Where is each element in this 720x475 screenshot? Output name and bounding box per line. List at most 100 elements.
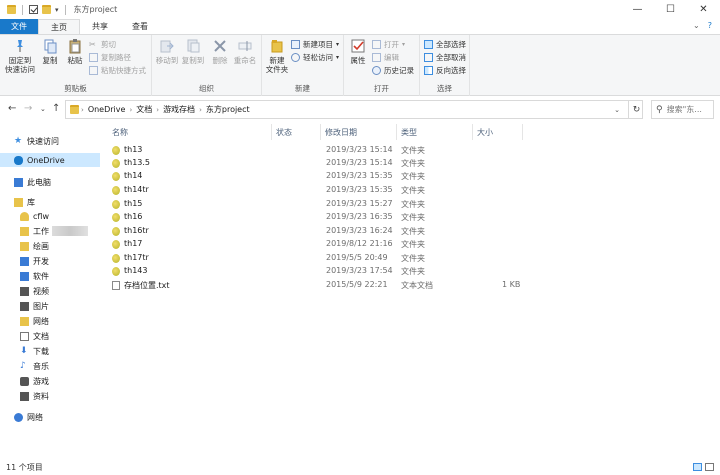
column-header-size[interactable]: 大小: [477, 126, 493, 138]
folder-icon: [112, 213, 120, 222]
sidebar-item-cflw[interactable]: cflw: [20, 209, 49, 223]
select-all-button[interactable]: 全部选择: [424, 39, 466, 50]
forward-arrow-icon[interactable]: →: [24, 103, 32, 114]
tab-view[interactable]: 查看: [120, 19, 160, 34]
pin-quick-access-button[interactable]: 固定到 快速访问: [4, 38, 36, 74]
file-name: th14tr: [124, 185, 149, 194]
edit-button[interactable]: 编辑: [372, 52, 399, 63]
sidebar-item-label: 网络: [33, 316, 49, 326]
sidebar-item-network[interactable]: 网络: [14, 410, 43, 424]
column-header-modified[interactable]: 修改日期: [325, 126, 357, 138]
large-icons-view-icon[interactable]: [705, 463, 714, 471]
column-divider[interactable]: [271, 124, 272, 140]
view-switcher: [693, 463, 714, 471]
address-bar[interactable]: › OneDrive › 文档 › 游戏存档 › 东方project ⌄: [65, 100, 643, 119]
refresh-icon[interactable]: ↻: [628, 101, 644, 118]
copy-path-button[interactable]: 复制路径: [89, 52, 131, 63]
column-divider[interactable]: [472, 124, 473, 140]
sidebar-item-onedrive[interactable]: OneDrive: [0, 153, 100, 167]
breadcrumb-current[interactable]: 东方project: [204, 104, 252, 115]
sidebar-item-pictures[interactable]: 图片: [20, 299, 49, 313]
select-none-button[interactable]: 全部取消: [424, 52, 466, 63]
table-row[interactable]: th15 2019/3/23 15:27 文件夹: [108, 198, 528, 211]
edit-label: 编辑: [384, 53, 399, 62]
tab-file[interactable]: 文件: [0, 19, 38, 34]
move-to-icon: [160, 40, 174, 53]
sidebar-item-games[interactable]: 游戏: [20, 374, 49, 388]
open-button[interactable]: 打开 ▾: [372, 39, 405, 50]
table-row[interactable]: 存档位置.txt 2015/5/9 22:21 文本文档 1 KB: [108, 279, 528, 292]
file-type: 文件夹: [401, 254, 425, 263]
up-arrow-icon[interactable]: ↑: [52, 103, 60, 114]
table-row[interactable]: th16tr 2019/3/23 16:24 文件夹: [108, 225, 528, 238]
paste-shortcut-button[interactable]: 粘贴快捷方式: [89, 65, 146, 76]
history-button[interactable]: 历史记录: [372, 65, 414, 76]
easy-access-button[interactable]: 轻松访问 ▾: [291, 52, 339, 63]
history-label: 历史记录: [384, 66, 414, 75]
table-row[interactable]: th16 2019/3/23 16:35 文件夹: [108, 211, 528, 224]
sidebar-item-label: 资料: [33, 391, 49, 401]
rename-button[interactable]: 重命名: [232, 38, 258, 65]
table-row[interactable]: th17 2019/8/12 21:16 文件夹: [108, 238, 528, 251]
column-divider[interactable]: [396, 124, 397, 140]
sidebar-item-work[interactable]: 工作: [20, 224, 88, 238]
recent-locations-chevron-icon[interactable]: ⌄: [40, 105, 46, 113]
sidebar-item-development[interactable]: 开发: [20, 254, 49, 268]
move-to-button[interactable]: 移动到: [154, 38, 180, 65]
table-row[interactable]: th143 2019/3/23 17:54 文件夹: [108, 265, 528, 278]
chevron-down-icon[interactable]: ▾: [55, 6, 59, 14]
address-dropdown-chevron-icon[interactable]: ⌄: [614, 106, 620, 114]
breadcrumb-game-saves[interactable]: 游戏存档: [161, 104, 197, 115]
table-row[interactable]: th14 2019/3/23 15:35 文件夹: [108, 170, 528, 183]
new-folder-quick-icon[interactable]: [42, 5, 51, 14]
tab-home[interactable]: 主页: [38, 19, 80, 34]
folder-icon: [20, 316, 29, 326]
new-folder-button[interactable]: 新建 文件夹: [264, 38, 290, 74]
sidebar-item-music[interactable]: ♪ 音乐: [20, 359, 49, 373]
sidebar-item-web[interactable]: 网络: [20, 314, 49, 328]
file-modified: 2019/5/5 20:49: [326, 253, 388, 262]
table-row[interactable]: th17tr 2019/5/5 20:49 文件夹: [108, 252, 528, 265]
sidebar-item-label: 网络: [27, 412, 43, 422]
column-divider[interactable]: [320, 124, 321, 140]
properties-quick-icon[interactable]: [29, 5, 38, 14]
sidebar-item-libraries[interactable]: 库: [14, 195, 35, 209]
properties-button[interactable]: 属性: [347, 38, 369, 65]
delete-button[interactable]: 删除: [210, 38, 230, 65]
new-item-button[interactable]: 新建项目 ▾: [291, 39, 339, 50]
sidebar-item-downloads[interactable]: ⬇ 下载: [20, 344, 49, 358]
sidebar-item-this-pc[interactable]: 此电脑: [14, 175, 51, 189]
table-row[interactable]: th13 2019/3/23 15:14 文件夹: [108, 144, 528, 157]
maximize-button[interactable]: ☐: [654, 0, 687, 19]
tab-share[interactable]: 共享: [80, 19, 120, 34]
breadcrumb-documents[interactable]: 文档: [134, 104, 154, 115]
minimize-button[interactable]: —: [621, 0, 654, 19]
sidebar-item-documents[interactable]: 文档: [20, 329, 49, 343]
copy-to-button[interactable]: 复制到: [180, 38, 206, 65]
column-divider[interactable]: [522, 124, 523, 140]
copy-button[interactable]: 复制: [40, 38, 60, 65]
sidebar-item-software[interactable]: 软件: [20, 269, 49, 283]
paste-button[interactable]: 粘贴: [64, 38, 86, 65]
column-header-status[interactable]: 状态: [276, 126, 292, 138]
column-header-type[interactable]: 类型: [401, 126, 417, 138]
sidebar-item-quick-access[interactable]: ★ 快速访问: [14, 134, 59, 148]
back-arrow-icon[interactable]: ←: [8, 103, 16, 114]
sidebar-item-videos[interactable]: 视频: [20, 284, 49, 298]
search-box[interactable]: ⚲ 搜索"东...: [651, 100, 714, 119]
cut-button[interactable]: ✂ 剪切: [89, 39, 116, 50]
folder-icon: [7, 5, 16, 14]
sidebar-item-painting[interactable]: 绘画: [20, 239, 49, 253]
column-header-name[interactable]: 名称: [112, 126, 128, 138]
collapse-ribbon-icon[interactable]: ⌄: [693, 21, 700, 30]
help-icon[interactable]: ?: [708, 21, 712, 30]
close-button[interactable]: ✕: [687, 0, 720, 19]
sidebar-item-data[interactable]: 资料: [20, 389, 49, 403]
breadcrumb-onedrive[interactable]: OneDrive: [86, 105, 128, 114]
table-row[interactable]: th13.5 2019/3/23 15:14 文件夹: [108, 157, 528, 170]
invert-selection-button[interactable]: 反向选择: [424, 65, 466, 76]
chevron-right-icon: ›: [129, 105, 133, 114]
sidebar-item-label: 图片: [33, 301, 49, 311]
details-view-icon[interactable]: [693, 463, 702, 471]
table-row[interactable]: th14tr 2019/3/23 15:35 文件夹: [108, 184, 528, 197]
